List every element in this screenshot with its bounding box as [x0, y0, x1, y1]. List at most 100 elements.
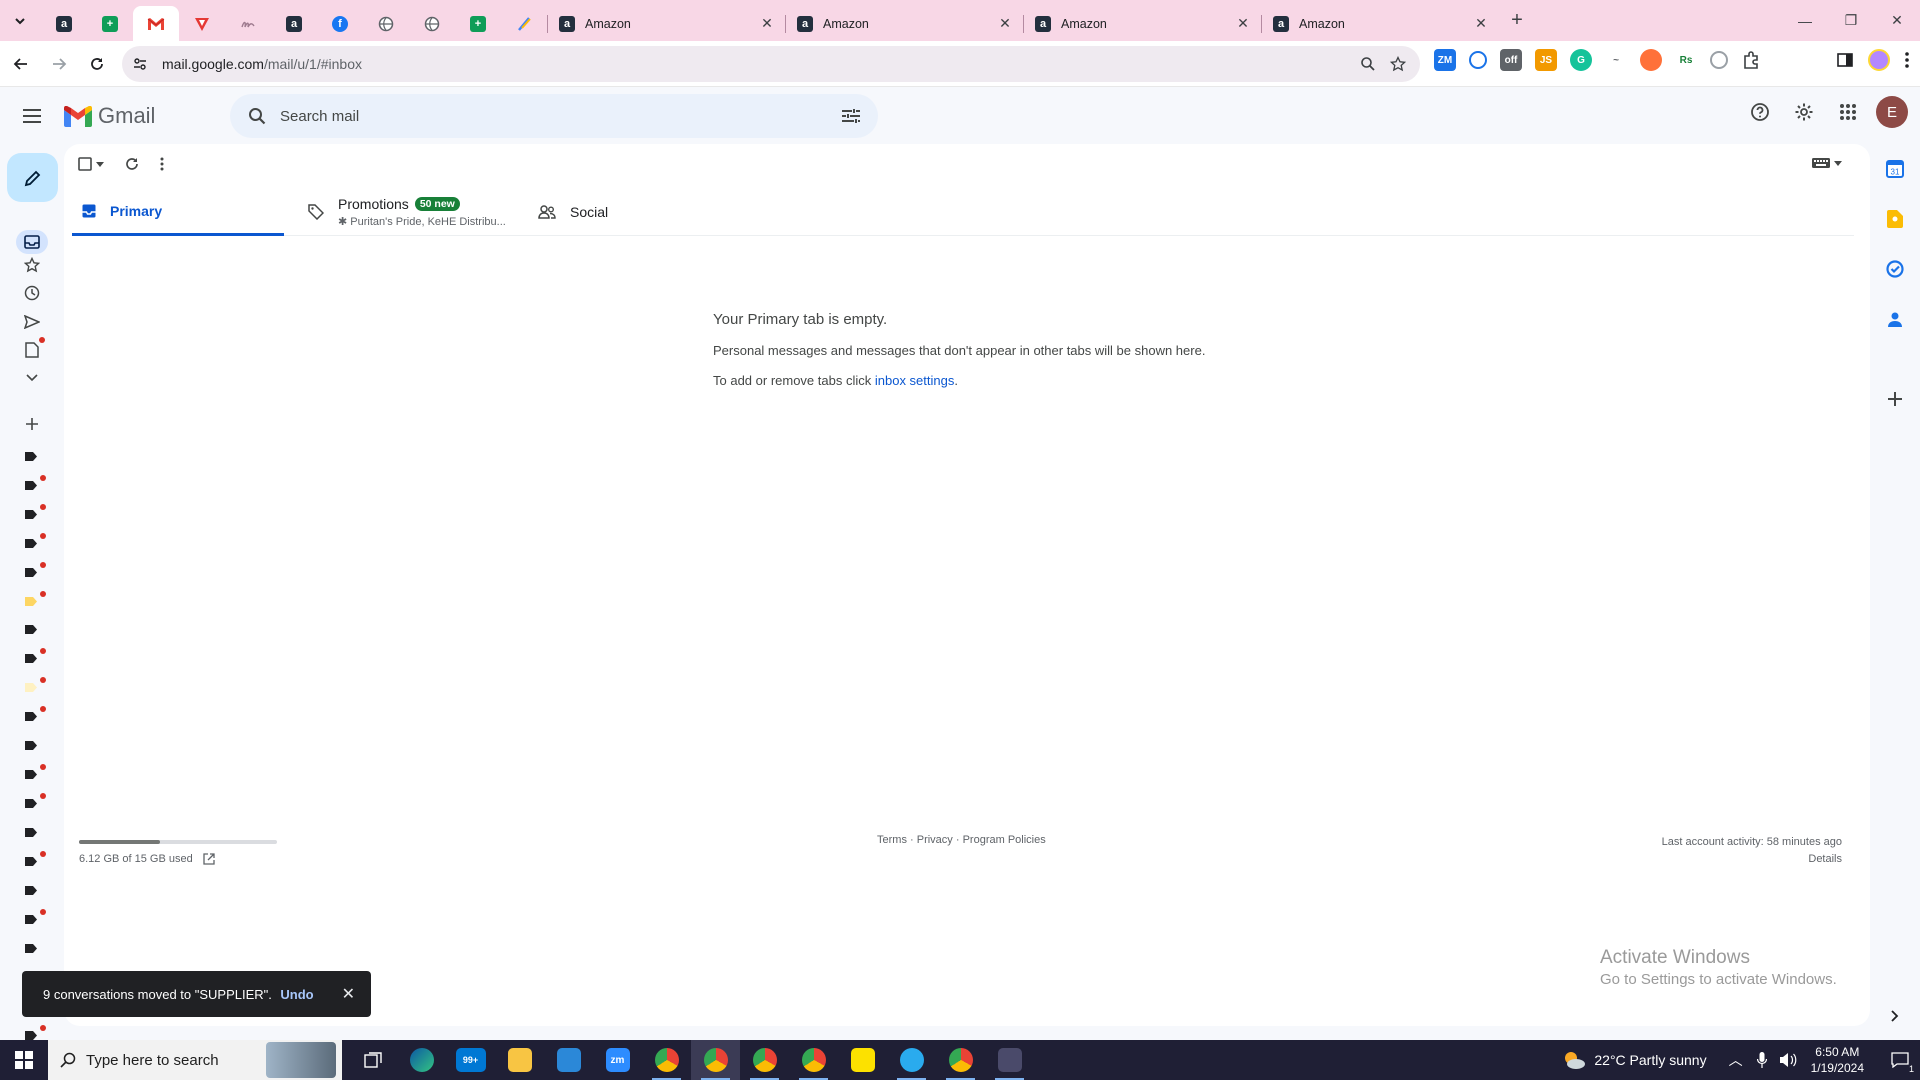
system-clock[interactable]: 6:50 AM 1/19/2024 — [1811, 1044, 1864, 1076]
create-label-plus-icon[interactable] — [16, 412, 48, 436]
keep-icon[interactable] — [1883, 207, 1907, 231]
chrome-active-icon[interactable] — [691, 1040, 740, 1080]
search-options-icon[interactable] — [836, 108, 866, 124]
more-chevron-icon[interactable] — [16, 366, 48, 390]
help-icon[interactable] — [1740, 92, 1780, 132]
store-icon[interactable] — [544, 1040, 593, 1080]
inbox-icon[interactable] — [16, 230, 48, 254]
pinned-tab-facebook[interactable]: f — [317, 7, 363, 41]
chrome-icon[interactable] — [642, 1040, 691, 1080]
drafts-icon[interactable] — [16, 337, 48, 362]
label-icon[interactable] — [25, 770, 37, 779]
search-input[interactable] — [280, 107, 836, 125]
extension-grammarly-icon[interactable]: G — [1570, 49, 1592, 71]
close-icon[interactable]: ✕ — [1235, 15, 1251, 32]
label-icon[interactable] — [25, 712, 37, 721]
pinned-tab-globe[interactable] — [363, 7, 409, 41]
close-icon[interactable]: ✕ — [1473, 15, 1489, 32]
search-bar[interactable] — [230, 94, 878, 138]
select-all-checkbox[interactable] — [78, 157, 104, 171]
pinned-tab-amazon-2[interactable]: a — [271, 7, 317, 41]
chrome-profile-3-icon[interactable] — [936, 1040, 985, 1080]
label-icon[interactable] — [25, 799, 37, 808]
label-icon-yellow[interactable] — [25, 597, 37, 606]
extension-dash-icon[interactable]: ~ — [1605, 49, 1627, 71]
close-icon[interactable]: ✕ — [997, 15, 1013, 32]
get-addons-plus-icon[interactable] — [1883, 387, 1907, 411]
label-icon[interactable] — [25, 481, 37, 490]
privacy-link[interactable]: Privacy — [917, 834, 953, 846]
chrome-menu-icon[interactable] — [1904, 51, 1910, 69]
zoom-icon[interactable] — [1360, 56, 1376, 72]
account-avatar[interactable]: E — [1876, 96, 1908, 128]
telegram-icon[interactable] — [887, 1040, 936, 1080]
tab-social[interactable]: Social — [538, 188, 658, 236]
tab-promotions[interactable]: Promotions 50 new ✱ Puritan's Pride, KeH… — [308, 188, 528, 236]
extension-zm-icon[interactable]: ZM — [1434, 49, 1456, 71]
settings-gear-icon[interactable] — [1784, 92, 1824, 132]
back-arrow-icon[interactable] — [4, 47, 38, 81]
microphone-icon[interactable] — [1756, 1052, 1767, 1068]
more-vert-icon[interactable] — [160, 157, 164, 171]
tab-amazon-3[interactable]: a Amazon ✕ — [1023, 7, 1261, 41]
label-icon[interactable] — [25, 654, 37, 663]
details-link[interactable]: Details — [1662, 851, 1842, 868]
label-icon-pale[interactable] — [25, 683, 37, 692]
weather-widget[interactable]: 22°C Partly sunny — [1562, 1050, 1707, 1070]
tasks-icon[interactable] — [1883, 257, 1907, 281]
label-icon[interactable] — [25, 510, 37, 519]
restore-icon[interactable]: ❐ — [1828, 0, 1874, 41]
extensions-puzzle-icon[interactable] — [1741, 50, 1761, 70]
taskbar-search[interactable]: Type here to search — [48, 1040, 342, 1080]
edge-icon[interactable] — [397, 1040, 446, 1080]
label-icon[interactable] — [25, 857, 37, 866]
calculator-icon[interactable] — [985, 1040, 1034, 1080]
chrome-profile-2-icon[interactable] — [789, 1040, 838, 1080]
expand-panel-chevron-icon[interactable] — [1883, 1004, 1907, 1028]
extension-circle-icon[interactable] — [1640, 49, 1662, 71]
extension-rs-icon[interactable]: Rs — [1675, 49, 1697, 71]
bookmark-star-icon[interactable] — [1390, 56, 1406, 72]
input-tools-button[interactable] — [1812, 158, 1842, 168]
speaker-volume-icon[interactable] — [1779, 1052, 1797, 1068]
pinned-tab-amazon[interactable]: a — [41, 7, 87, 41]
show-hidden-icons-chevron-icon[interactable]: ︿ — [1729, 1050, 1743, 1070]
tab-amazon-2[interactable]: a Amazon ✕ — [785, 7, 1023, 41]
extension-compass-icon[interactable] — [1469, 51, 1487, 69]
label-icon[interactable] — [25, 886, 37, 895]
gmail-logo[interactable]: Gmail — [64, 103, 155, 129]
label-icon[interactable] — [25, 741, 37, 750]
tab-primary[interactable]: Primary — [72, 188, 284, 236]
sent-icon[interactable] — [16, 310, 48, 334]
file-explorer-icon[interactable] — [495, 1040, 544, 1080]
label-icon[interactable] — [25, 625, 37, 634]
compose-button[interactable] — [7, 153, 58, 202]
refresh-icon[interactable] — [124, 156, 140, 172]
pinned-tab-red[interactable] — [179, 7, 225, 41]
label-icon[interactable] — [25, 944, 37, 953]
pinned-tab-sheets[interactable]: + — [87, 7, 133, 41]
label-icon[interactable] — [25, 568, 37, 577]
side-panel-icon[interactable] — [1836, 51, 1854, 69]
terms-link[interactable]: Terms — [877, 834, 907, 846]
forward-arrow-icon[interactable] — [42, 47, 76, 81]
task-view-icon[interactable] — [348, 1040, 397, 1080]
tab-amazon-4[interactable]: a Amazon ✕ — [1261, 7, 1499, 41]
chrome-profile-icon[interactable] — [740, 1040, 789, 1080]
reload-icon[interactable] — [80, 47, 114, 81]
address-bar[interactable]: mail.google.com/mail/u/1/#inbox — [122, 46, 1420, 82]
starred-icon[interactable] — [16, 253, 48, 277]
label-icon[interactable] — [25, 915, 37, 924]
windows-start-icon[interactable] — [0, 1040, 48, 1080]
snoozed-clock-icon[interactable] — [16, 281, 48, 305]
pinned-tab-sheets-2[interactable]: + — [455, 7, 501, 41]
pinned-tab-globe-2[interactable] — [409, 7, 455, 41]
calendar-icon[interactable]: 31 — [1883, 157, 1907, 181]
pinned-tab-feather[interactable] — [501, 7, 547, 41]
mail-app-icon[interactable]: 99+ — [446, 1040, 495, 1080]
extension-js-icon[interactable]: JS — [1535, 49, 1557, 71]
pinned-tab-gmail[interactable] — [133, 6, 179, 41]
label-icon[interactable] — [25, 828, 37, 837]
sticky-notes-icon[interactable] — [838, 1040, 887, 1080]
label-icon[interactable] — [25, 452, 37, 461]
